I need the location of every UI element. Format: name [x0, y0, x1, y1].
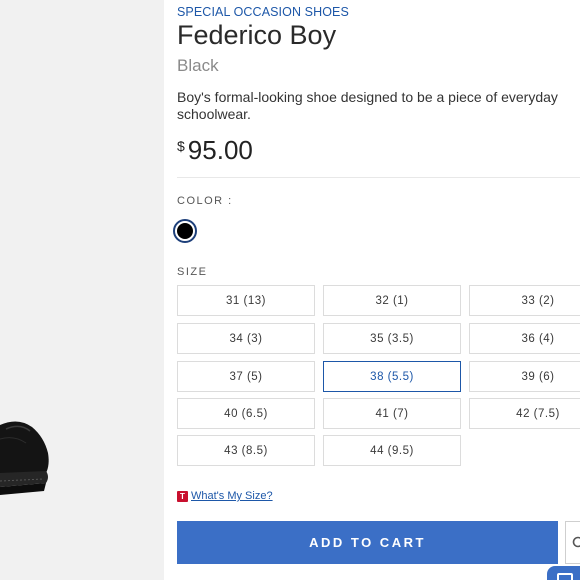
product-title: Federico Boy [177, 20, 337, 50]
size-option[interactable]: 39 (6) [469, 361, 580, 392]
size-option[interactable]: 43 (8.5) [177, 435, 315, 466]
side-action-button[interactable] [565, 521, 580, 564]
color-swatch-fill [177, 223, 193, 239]
size-option[interactable]: 41 (7) [323, 398, 461, 429]
shoe-image [0, 421, 49, 495]
size-label: SIZE [177, 266, 208, 278]
product-category[interactable]: SPECIAL OCCASION SHOES [177, 5, 349, 19]
chat-widget-button[interactable] [547, 566, 580, 580]
size-option-selected[interactable]: 38 (5.5) [323, 361, 461, 392]
product-description: Boy's formal-looking shoe designed to be… [177, 89, 558, 122]
chat-icon [557, 573, 573, 580]
price-currency: $ [177, 138, 185, 154]
color-label: COLOR : [177, 195, 233, 207]
price-divider [177, 177, 580, 178]
size-option[interactable]: 36 (4) [469, 323, 580, 354]
size-option[interactable]: 33 (2) [469, 285, 580, 316]
size-option[interactable]: 37 (5) [177, 361, 315, 392]
add-to-cart-button[interactable]: ADD TO CART [177, 521, 558, 564]
size-option[interactable]: 34 (3) [177, 323, 315, 354]
price-amount: 95.00 [187, 135, 253, 165]
size-option[interactable]: 32 (1) [323, 285, 461, 316]
size-option[interactable]: 31 (13) [177, 285, 315, 316]
color-swatch-black[interactable] [173, 219, 197, 243]
whats-my-size-link[interactable]: What's My Size? [191, 490, 273, 502]
size-help: T What's My Size? [177, 490, 273, 502]
product-color-name: Black [177, 56, 219, 75]
size-option[interactable]: 44 (9.5) [323, 435, 461, 466]
product-image-panel [0, 0, 164, 580]
product-page: SPECIAL OCCASION SHOES Federico Boy Blac… [0, 0, 580, 580]
search-icon [572, 536, 580, 547]
brand-t-icon: T [177, 490, 188, 502]
size-option[interactable]: 40 (6.5) [177, 398, 315, 429]
product-price: $95.00 [177, 135, 253, 166]
size-option[interactable]: 42 (7.5) [469, 398, 580, 429]
size-option[interactable]: 35 (3.5) [323, 323, 461, 354]
